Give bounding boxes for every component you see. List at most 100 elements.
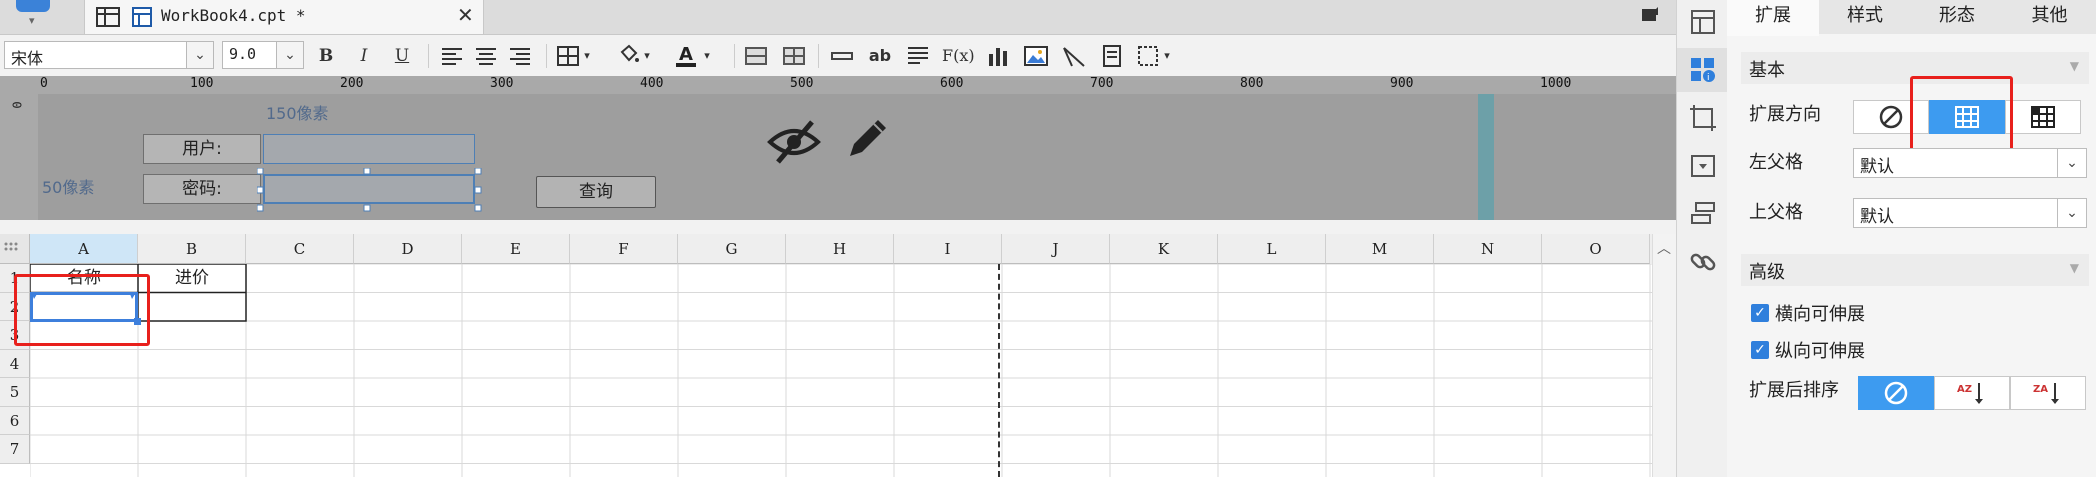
- select-all-corner[interactable]: [0, 234, 30, 264]
- image-icon[interactable]: [1022, 42, 1050, 70]
- vertical-extend-label: 纵向可伸展: [1775, 341, 1865, 362]
- row-header-5[interactable]: 5: [0, 378, 30, 407]
- template-layout-icon[interactable]: [1687, 6, 1719, 38]
- chevron-down-icon: ▾: [29, 14, 35, 27]
- border-icon[interactable]: [554, 42, 582, 70]
- top-parent-select[interactable]: 默认 ⌄: [1853, 198, 2087, 228]
- crop-frame-icon[interactable]: [1687, 102, 1719, 134]
- column-header-k[interactable]: K: [1110, 234, 1218, 264]
- format-toolbar: 宋体 ⌄ 9.0 ⌄ B I U ▾ ▾ A ▾ ab F(x) ▾: [0, 36, 1676, 77]
- underline-button[interactable]: U: [388, 42, 416, 70]
- pane-resize-bar[interactable]: [1478, 94, 1494, 220]
- merge-cells-icon[interactable]: [742, 42, 770, 70]
- selection-handles[interactable]: [257, 168, 483, 212]
- property-icon-column: i: [1676, 0, 1728, 477]
- query-button[interactable]: 查询: [536, 176, 656, 208]
- tab-other[interactable]: 其他: [2003, 0, 2096, 34]
- app-logo-icon: [16, 0, 50, 12]
- ruler-label: 600: [940, 76, 964, 91]
- column-header-o[interactable]: O: [1542, 234, 1650, 264]
- svg-text:A: A: [679, 44, 693, 65]
- align-left-icon[interactable]: [438, 42, 466, 70]
- ruler-label: 0: [40, 76, 48, 91]
- row-header-7[interactable]: 7: [0, 435, 30, 464]
- chevron-down-icon[interactable]: ▾: [640, 42, 654, 70]
- widget-icon[interactable]: [1687, 150, 1719, 182]
- sort-ascending-button[interactable]: AZ: [1934, 376, 2010, 410]
- property-panel: 扩展 样式 形态 其他 基本 ▼ 扩展方向 左父格 默认 ⌄ 上父格 默认 ⌄ …: [1727, 0, 2096, 477]
- row-header-6[interactable]: 6: [0, 406, 30, 435]
- chevron-down-icon: ⌄: [2057, 199, 2086, 227]
- section-title: 高级: [1749, 262, 1785, 283]
- insert-text-icon[interactable]: [828, 42, 856, 70]
- left-parent-label: 左父格: [1749, 152, 1803, 173]
- formula-icon[interactable]: F(x): [942, 42, 975, 70]
- align-right-icon[interactable]: [506, 42, 534, 70]
- chevron-up-icon[interactable]: ︿: [1657, 238, 1671, 258]
- italic-button[interactable]: I: [350, 42, 378, 70]
- column-header-e[interactable]: E: [462, 234, 570, 264]
- column-header-g[interactable]: G: [678, 234, 786, 264]
- float-element-icon[interactable]: [1134, 42, 1162, 70]
- left-parent-select[interactable]: 默认 ⌄: [1853, 148, 2087, 178]
- page-break-line: [998, 264, 1000, 477]
- horizontal-ruler: 0 100 200 300 400 500 600 700 800 900 10…: [0, 76, 1676, 95]
- font-family-select[interactable]: 宋体 ⌄: [4, 41, 214, 69]
- condition-attr-icon[interactable]: [1687, 198, 1719, 230]
- ruler-label: 700: [1090, 76, 1114, 91]
- column-header-l[interactable]: L: [1218, 234, 1326, 264]
- column-header-m[interactable]: M: [1326, 234, 1434, 264]
- cell-attributes-icon[interactable]: i: [1687, 54, 1719, 86]
- column-header-c[interactable]: C: [246, 234, 354, 264]
- ruler-label: 400: [640, 76, 664, 91]
- eye-hidden-icon[interactable]: [766, 116, 822, 166]
- close-tab-icon[interactable]: ✕: [457, 3, 474, 27]
- chevron-down-icon[interactable]: ▾: [580, 42, 594, 70]
- subreport-icon[interactable]: [1098, 42, 1126, 70]
- column-header-i[interactable]: I: [894, 234, 1002, 264]
- align-center-icon[interactable]: [472, 42, 500, 70]
- width-hint: 150像素: [266, 104, 329, 123]
- user-label: 用户:: [143, 134, 261, 164]
- sort-asc-letters: AZ: [1957, 384, 1972, 395]
- collapse-panel-icon[interactable]: [1640, 5, 1660, 25]
- hyperlink-icon[interactable]: [1687, 246, 1719, 278]
- tab-workbook4[interactable]: WorkBook4.cpt * ✕: [84, 0, 484, 34]
- split-cells-icon[interactable]: [780, 42, 808, 70]
- sort-descending-button[interactable]: ZA: [2010, 376, 2086, 410]
- app-menu-button[interactable]: ▾: [8, 0, 58, 30]
- slash-icon[interactable]: [1060, 42, 1088, 70]
- cell-b1[interactable]: 进价: [138, 264, 246, 292]
- column-header-h[interactable]: H: [786, 234, 894, 264]
- user-input[interactable]: [263, 134, 475, 164]
- bold-button[interactable]: B: [312, 42, 340, 70]
- font-size-select[interactable]: 9.0 ⌄: [222, 41, 304, 69]
- expand-horizontal-button[interactable]: [2005, 100, 2081, 134]
- chart-icon[interactable]: [984, 42, 1012, 70]
- fill-color-icon[interactable]: [614, 42, 642, 70]
- column-header-b[interactable]: B: [138, 234, 246, 264]
- sort-none-button[interactable]: [1858, 376, 1934, 410]
- ruler-label: 300: [490, 76, 514, 91]
- column-header-d[interactable]: D: [354, 234, 462, 264]
- font-color-icon[interactable]: A: [672, 42, 700, 70]
- ruler-label: 100: [190, 76, 214, 91]
- chevron-down-icon[interactable]: ▾: [1160, 42, 1174, 70]
- advanced-section-header[interactable]: 高级 ▼: [1741, 254, 2089, 286]
- horizontal-extend-checkbox[interactable]: ✓: [1751, 304, 1769, 322]
- column-header-f[interactable]: F: [570, 234, 678, 264]
- vertical-extend-checkbox[interactable]: ✓: [1751, 341, 1769, 359]
- tab-style[interactable]: 样式: [1819, 0, 1911, 34]
- tab-expand[interactable]: 扩展: [1727, 0, 1819, 36]
- column-header-j[interactable]: J: [1002, 234, 1110, 264]
- rich-text-icon[interactable]: [904, 42, 932, 70]
- vertical-scrollbar[interactable]: ︿: [1652, 234, 1677, 477]
- chevron-down-icon[interactable]: ▾: [700, 42, 714, 70]
- column-header-a[interactable]: A: [30, 234, 138, 264]
- pencil-icon[interactable]: [844, 114, 892, 162]
- horizontal-extend-label: 横向可伸展: [1775, 304, 1865, 325]
- tab-form[interactable]: 形态: [1911, 0, 2003, 34]
- text-ab-icon[interactable]: ab: [866, 42, 894, 70]
- row-header-4[interactable]: 4: [0, 349, 30, 378]
- column-header-n[interactable]: N: [1434, 234, 1542, 264]
